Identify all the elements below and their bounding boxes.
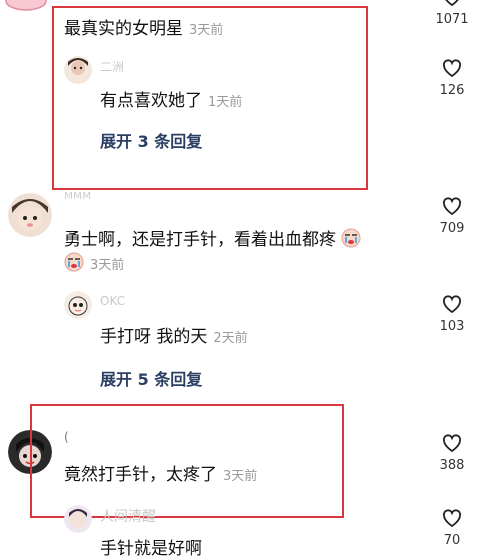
like-button[interactable]: 1071: [424, 0, 480, 27]
expand-replies-button[interactable]: 展开 3 条回复: [100, 128, 202, 152]
comment-text: 竟然打手针，太疼了: [64, 465, 217, 485]
reply-username[interactable]: OKC: [100, 294, 125, 308]
like-count: 103: [439, 319, 465, 334]
comment-text: 勇士啊，还是打手针，看着出血都疼: [64, 230, 336, 250]
comment-3: 竟然打手针，太疼了 3天前: [64, 460, 257, 485]
like-count: 388: [439, 458, 465, 473]
like-button[interactable]: 709: [424, 193, 480, 236]
heart-outline-icon: [443, 295, 461, 314]
like-button[interactable]: 103: [424, 291, 480, 334]
comment-1: 最真实的女明星 3天前: [64, 14, 223, 39]
heart-outline-icon: [443, 434, 461, 453]
like-button[interactable]: 126: [424, 55, 480, 98]
like-count: 709: [439, 221, 465, 236]
avatar[interactable]: [64, 505, 92, 533]
like-button[interactable]: 70: [424, 505, 480, 548]
reply-text: 手针就是好啊: [100, 539, 202, 559]
reply-2: 手打呀 我的天 2天前: [100, 322, 248, 347]
crying-emoji-icon: [64, 252, 84, 276]
comment-time: 3天前: [189, 23, 224, 38]
expand-replies-button[interactable]: 展开 5 条回复: [100, 366, 202, 390]
reply-time: 2天前: [213, 331, 248, 346]
heart-outline-icon: [443, 59, 461, 78]
avatar[interactable]: [8, 430, 52, 474]
avatar[interactable]: [64, 56, 92, 84]
reply-text: 手打呀 我的天: [100, 327, 208, 347]
like-button[interactable]: 388: [424, 430, 480, 473]
like-count: 1071: [435, 12, 469, 27]
sticker-icon: [4, 0, 48, 12]
comment-meta: 3天前: [64, 252, 124, 276]
comment-time: 3天前: [90, 257, 125, 273]
like-count: 70: [443, 533, 461, 548]
heart-outline-icon: [443, 509, 461, 528]
heart-outline-icon: [445, 0, 459, 7]
heart-outline-icon: [443, 197, 461, 216]
reply-text: 有点喜欢她了: [100, 91, 202, 111]
reply-time: 1天前: [208, 95, 243, 110]
avatar[interactable]: [64, 291, 92, 319]
crying-emoji-icon: [341, 228, 361, 253]
comment-username[interactable]: (: [64, 430, 69, 444]
comment-time: 3天前: [223, 469, 258, 484]
reply-username[interactable]: 人间清醒: [100, 506, 156, 526]
reply-1: 有点喜欢她了 1天前: [100, 86, 242, 111]
avatar[interactable]: [8, 193, 52, 237]
reply-username[interactable]: 二洲: [100, 58, 124, 75]
comment-text: 最真实的女明星: [64, 19, 183, 39]
like-count: 126: [439, 83, 465, 98]
comment-username[interactable]: ᴍᴍᴍ: [64, 188, 91, 202]
comment-2: 勇士啊，还是打手针，看着出血都疼: [64, 225, 361, 253]
